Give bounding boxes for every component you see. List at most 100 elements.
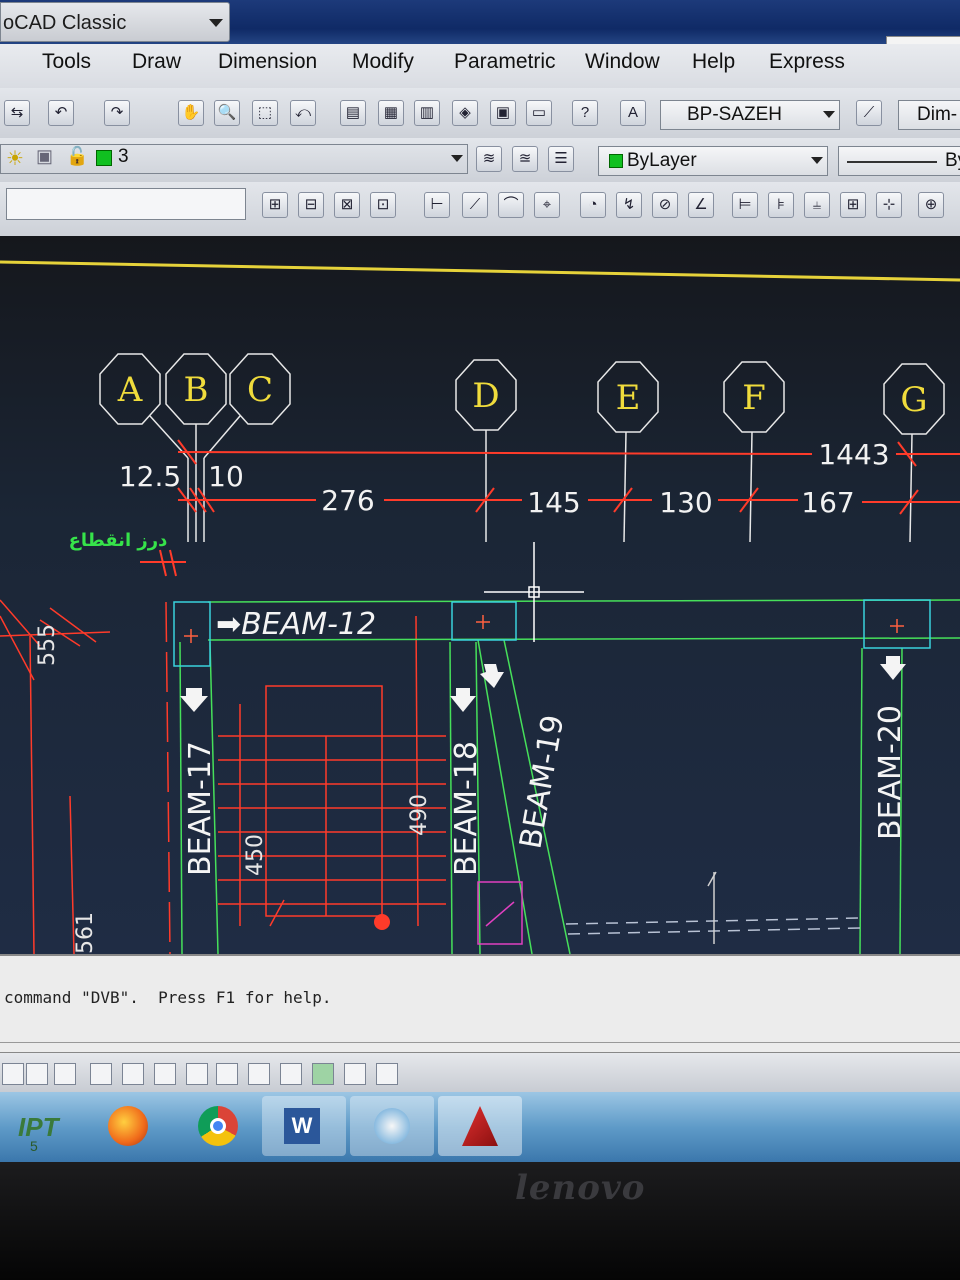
transparency-icon[interactable] xyxy=(312,1063,334,1085)
grid-leader-g xyxy=(909,433,913,543)
block-delete-icon[interactable]: ⊠ xyxy=(334,192,360,218)
chevron-down-icon xyxy=(823,111,835,118)
jogged-dimension-icon[interactable]: ↯ xyxy=(616,192,642,218)
linear-dimension-icon[interactable]: ⊢ xyxy=(424,192,450,218)
block-edit-icon[interactable]: ⊡ xyxy=(370,192,396,218)
calculator-icon[interactable]: ▭ xyxy=(526,100,552,126)
linetype-dropdown[interactable]: By xyxy=(838,146,960,176)
redo-icon[interactable]: ↷ xyxy=(104,100,130,126)
menu-parametric[interactable]: Parametric xyxy=(454,50,556,74)
named-views-field[interactable] xyxy=(6,188,246,220)
stair-point xyxy=(374,914,390,930)
color-dropdown[interactable]: ByLayer xyxy=(598,146,828,176)
ipt-version: 5 xyxy=(30,1138,38,1154)
dyn-icon[interactable] xyxy=(248,1063,270,1085)
tool-palettes-icon[interactable]: ▥ xyxy=(414,100,440,126)
quick-dimension-icon[interactable]: ⊨ xyxy=(732,192,758,218)
menu-modify[interactable]: Modify xyxy=(352,50,414,74)
drawing-canvas[interactable]: A B C D E F G 1443 12.5 10 276 145 130 1… xyxy=(0,236,960,954)
section-detail-line xyxy=(485,901,515,927)
lineweight-icon[interactable] xyxy=(280,1063,302,1085)
opening-line-1 xyxy=(565,917,861,925)
text-style-icon[interactable]: A xyxy=(620,100,646,126)
polar-icon[interactable] xyxy=(90,1063,112,1085)
slab-left-edge xyxy=(29,635,35,954)
pan-icon[interactable]: ✋ xyxy=(178,100,204,126)
dim-span-label-1: 276 xyxy=(321,484,374,517)
beam-17-left xyxy=(179,641,183,954)
properties-icon[interactable]: ▤ xyxy=(340,100,366,126)
beam-12-top xyxy=(207,599,960,603)
dim-style-dropdown[interactable]: Dim- xyxy=(898,100,960,130)
menu-tools[interactable]: Tools xyxy=(42,50,91,74)
autocad-app[interactable] xyxy=(438,1096,522,1156)
zoom-window-icon[interactable]: ⬚ xyxy=(252,100,278,126)
otrack-icon[interactable] xyxy=(186,1063,208,1085)
baseline-dimension-icon[interactable]: ⊧ xyxy=(768,192,794,218)
block-attribute-icon[interactable]: ⊟ xyxy=(298,192,324,218)
block-insert-icon[interactable]: ⊞ xyxy=(262,192,288,218)
infer-constraints-icon[interactable] xyxy=(2,1063,24,1085)
grid-label-c: C xyxy=(247,370,273,410)
dim-vertical-450: 450 xyxy=(243,834,268,876)
menu-dimension[interactable]: Dimension xyxy=(218,50,317,74)
dimension-space-icon[interactable]: ⊞ xyxy=(840,192,866,218)
dim-vertical-555: 555 xyxy=(35,624,60,666)
design-center-icon[interactable]: ▦ xyxy=(378,100,404,126)
chevron-down-icon xyxy=(451,155,463,162)
grid-display-icon[interactable] xyxy=(26,1063,48,1085)
help-icon[interactable]: ? xyxy=(572,100,598,126)
layer-states-manager-icon[interactable]: ☰ xyxy=(548,146,574,172)
markup-icon[interactable]: ▣ xyxy=(490,100,516,126)
dim-span-label-4: 167 xyxy=(801,486,854,519)
monitor-brand-logo: lenovo xyxy=(515,1168,646,1208)
beam-arrows xyxy=(180,656,906,712)
ortho-icon[interactable] xyxy=(54,1063,76,1085)
menu-help[interactable]: Help xyxy=(692,50,735,74)
menu-express[interactable]: Express xyxy=(769,50,845,74)
selection-cycling-icon[interactable] xyxy=(376,1063,398,1085)
ordinate-dimension-icon[interactable]: ⌖ xyxy=(534,192,560,218)
3d-osnap-icon[interactable] xyxy=(154,1063,176,1085)
dim-line-total xyxy=(177,451,813,455)
aligned-dimension-icon[interactable]: ⟋ xyxy=(462,192,488,218)
undo-icon[interactable]: ↶ xyxy=(48,100,74,126)
chrome-app[interactable] xyxy=(186,1096,256,1156)
continue-dimension-icon[interactable]: ⫨ xyxy=(804,192,830,218)
word-app[interactable]: W xyxy=(262,1096,346,1156)
layers-toolbar: ☀ ▣ 🔓 3 ≋ ≊ ☰ ByLayer By xyxy=(0,138,960,183)
quick-properties-icon[interactable] xyxy=(344,1063,366,1085)
arc-length-icon[interactable]: ⌒ xyxy=(498,192,524,218)
angular-dimension-icon[interactable]: ∠ xyxy=(688,192,714,218)
ipt-app[interactable]: IPT 5 xyxy=(0,1096,80,1156)
diameter-dimension-icon[interactable]: ⊘ xyxy=(652,192,678,218)
dim-style-value: Dim- xyxy=(917,104,958,125)
text-style-dropdown[interactable]: BP-SAZEH xyxy=(660,100,840,130)
dimension-style-icon[interactable]: ⟋ xyxy=(856,100,882,126)
osnap-icon[interactable] xyxy=(122,1063,144,1085)
dimension-break-icon[interactable]: ⊹ xyxy=(876,192,902,218)
dim-small-label-2: 10 xyxy=(208,460,244,493)
zoom-realtime-icon[interactable]: 🔍 xyxy=(214,100,240,126)
command-line[interactable]: command "DVB". Press F1 for help. xyxy=(0,954,960,1052)
tolerance-icon[interactable]: ⊕ xyxy=(918,192,944,218)
zoom-previous-icon[interactable]: ⤺ xyxy=(290,100,316,126)
layer-states-icon[interactable]: ⇆ xyxy=(4,100,30,126)
dimension-texts: 1443 12.5 10 276 145 130 167 xyxy=(119,438,890,519)
layer-dropdown[interactable] xyxy=(0,144,468,174)
ducs-icon[interactable] xyxy=(216,1063,238,1085)
menu-window[interactable]: Window xyxy=(585,50,660,74)
workspace-dropdown[interactable]: oCAD Classic xyxy=(0,2,230,42)
dim-span-label-3: 130 xyxy=(659,486,712,519)
column-d xyxy=(451,601,517,641)
radius-dimension-icon[interactable]: ◔ xyxy=(580,192,606,218)
make-layer-current-icon[interactable]: ≋ xyxy=(476,146,502,172)
grid-label-b: B xyxy=(184,370,209,410)
beam-19-arrow xyxy=(480,664,504,688)
sheet-set-icon[interactable]: ◈ xyxy=(452,100,478,126)
explorer-app[interactable] xyxy=(350,1096,434,1156)
layer-previous-icon[interactable]: ≊ xyxy=(512,146,538,172)
firefox-app[interactable] xyxy=(96,1096,166,1156)
grid-label-g: G xyxy=(900,380,927,420)
menu-draw[interactable]: Draw xyxy=(132,50,181,74)
